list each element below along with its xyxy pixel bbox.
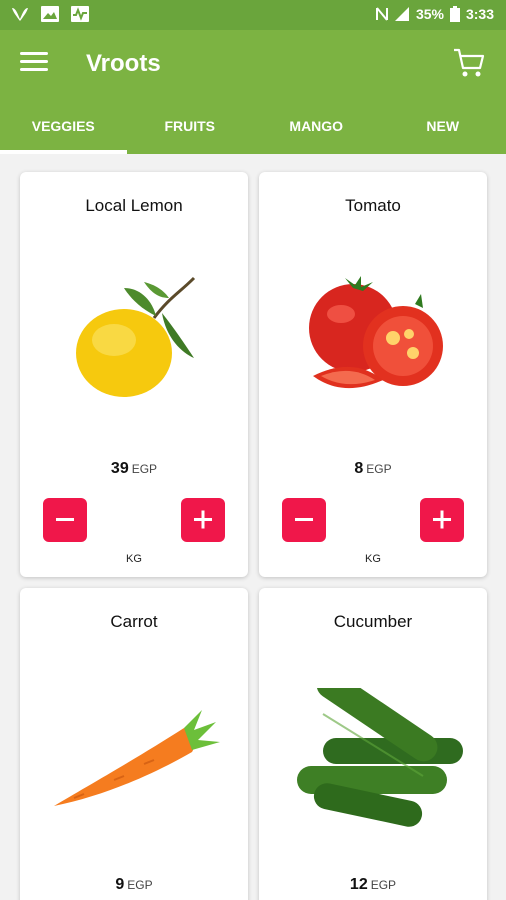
price-value: 9 bbox=[115, 876, 125, 893]
product-name: Local Lemon bbox=[85, 196, 183, 215]
product-price: 12 EGP bbox=[259, 876, 487, 894]
price-currency: EGP bbox=[131, 462, 158, 476]
plus-icon bbox=[194, 510, 212, 529]
product-name: Carrot bbox=[110, 612, 158, 631]
decrease-quantity-button[interactable] bbox=[43, 498, 87, 542]
product-unit: KG bbox=[126, 553, 142, 565]
product-price: 39 EGP bbox=[20, 460, 248, 478]
category-tabs: VEGGIES FRUITS MANGO NEW bbox=[0, 100, 506, 154]
tomato-image bbox=[309, 276, 443, 389]
nfc-icon bbox=[375, 7, 388, 21]
status-bar-system: 35% 3:33 bbox=[375, 6, 494, 22]
price-currency: EGP bbox=[370, 878, 397, 892]
product-card[interactable]: Local Lemon 39 EGP KG bbox=[20, 172, 248, 577]
clock: 3:33 bbox=[465, 6, 494, 22]
product-name: Tomato bbox=[345, 196, 401, 215]
product-unit: KG bbox=[365, 553, 381, 565]
minus-icon bbox=[56, 518, 74, 521]
tab-mango[interactable]: MANGO bbox=[253, 100, 380, 154]
price-value: 39 bbox=[110, 460, 129, 477]
price-value: 12 bbox=[349, 876, 368, 893]
product-price: 8 EGP bbox=[259, 460, 487, 478]
decrease-quantity-button[interactable] bbox=[282, 498, 326, 542]
tab-veggies[interactable]: VEGGIES bbox=[0, 100, 127, 154]
cucumber-image bbox=[297, 688, 463, 827]
lemon-image bbox=[76, 276, 196, 397]
product-price: 9 EGP bbox=[20, 876, 248, 894]
product-card[interactable]: Cucumber 12 EGP bbox=[259, 588, 487, 900]
product-card[interactable]: Tomato 8 EGP KG bbox=[259, 172, 487, 577]
cart-icon[interactable] bbox=[452, 46, 486, 80]
vroots-notification-icon bbox=[12, 8, 28, 21]
tab-fruits[interactable]: FRUITS bbox=[127, 100, 254, 154]
plus-icon bbox=[433, 510, 451, 529]
minus-icon bbox=[295, 518, 313, 521]
app-title: Vroots bbox=[86, 50, 161, 77]
carrot-image bbox=[54, 710, 220, 806]
increase-quantity-button[interactable] bbox=[181, 498, 225, 542]
battery-icon bbox=[449, 6, 460, 22]
product-card[interactable]: Carrot 9 EGP bbox=[20, 588, 248, 900]
increase-quantity-button[interactable] bbox=[420, 498, 464, 542]
status-bar-notifications bbox=[10, 5, 90, 23]
hamburger-icon[interactable] bbox=[20, 52, 48, 74]
product-name: Cucumber bbox=[333, 612, 413, 631]
app-bar: Vroots bbox=[0, 30, 506, 100]
signal-icon bbox=[394, 7, 409, 21]
battery-percent: 35% bbox=[415, 6, 444, 22]
tab-new[interactable]: NEW bbox=[380, 100, 506, 154]
status-bar: 35% 3:33 bbox=[0, 0, 506, 30]
image-notification-icon bbox=[41, 6, 59, 22]
price-currency: EGP bbox=[127, 878, 153, 892]
price-currency: EGP bbox=[366, 462, 392, 476]
price-value: 8 bbox=[354, 460, 364, 477]
activity-notification-icon bbox=[71, 6, 89, 22]
